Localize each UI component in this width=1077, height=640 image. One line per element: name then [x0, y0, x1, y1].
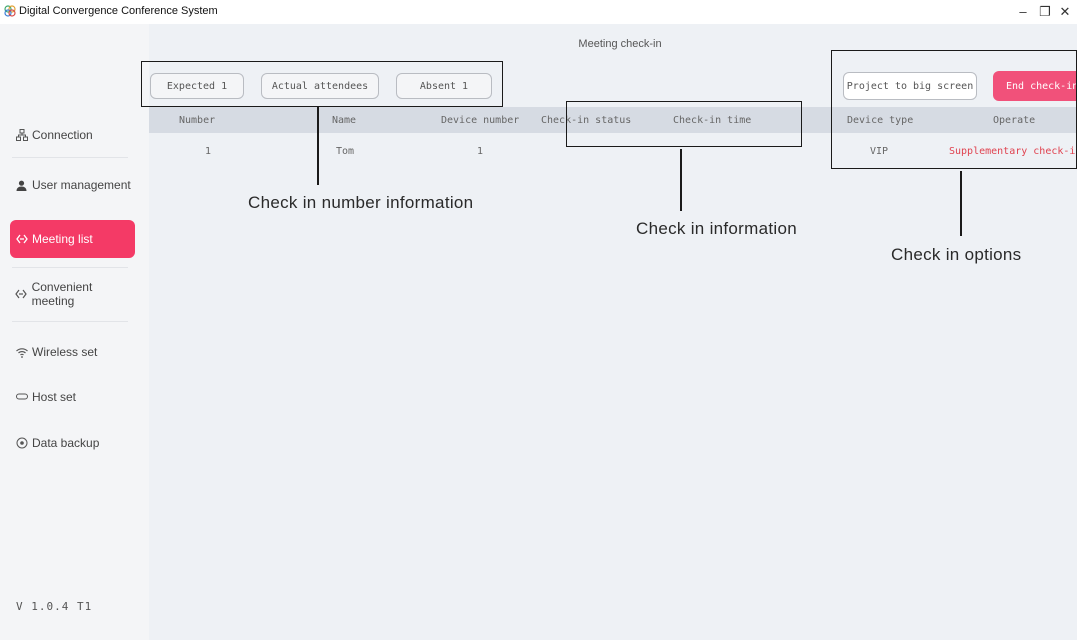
meeting-icon: [15, 288, 28, 301]
sidebar-item-label: Wireless set: [32, 345, 98, 359]
annotation-number-info: Check in number information: [248, 193, 474, 212]
sidebar-item-label: Host set: [32, 390, 77, 404]
close-button[interactable]: ✕: [1054, 3, 1076, 21]
sidebar-item-convenient-meeting[interactable]: Convenient meeting: [10, 275, 135, 313]
backup-icon: [15, 437, 28, 450]
minimize-button[interactable]: –: [1012, 3, 1034, 21]
column-header-device-number: Device number: [441, 115, 520, 126]
annotation-box-options: [831, 50, 1077, 169]
sidebar-item-meeting-list[interactable]: Meeting list: [10, 220, 135, 258]
sidebar-item-label: Convenient meeting: [31, 280, 93, 308]
divider: [12, 321, 128, 322]
version-label: V 1.0.4 T1: [16, 600, 93, 613]
sidebar-item-connection[interactable]: Connection: [10, 116, 135, 154]
divider: [12, 267, 128, 268]
title-bar: Digital Convergence Conference System – …: [0, 0, 1077, 24]
column-header-number: Number: [179, 115, 216, 126]
divider: [12, 157, 128, 158]
page-title: Meeting check-in: [578, 38, 662, 50]
cell-name: Tom: [336, 146, 355, 157]
sidebar-item-label: Connection: [32, 128, 93, 142]
sidebar-item-data-backup[interactable]: Data backup: [10, 424, 135, 462]
restore-button[interactable]: ❐: [1034, 3, 1056, 21]
annotation-check-in-info: Check in information: [636, 219, 797, 238]
sidebar-item-label: User management: [32, 178, 131, 192]
cell-device-number: 1: [477, 146, 484, 157]
sidebar-item-host-set[interactable]: Host set: [10, 378, 135, 416]
sidebar-item-user-management[interactable]: User management: [10, 166, 135, 204]
sidebar-item-label: Meeting list: [32, 232, 93, 246]
annotation-box-number-info: [141, 61, 503, 107]
host-icon: [15, 391, 28, 404]
connection-icon: [15, 129, 28, 142]
annotation-line: [960, 171, 962, 236]
annotation-line: [317, 107, 319, 185]
wifi-icon: [15, 346, 28, 359]
annotation-options: Check in options: [891, 245, 1022, 264]
sidebar-item-label: Data backup: [32, 436, 100, 450]
meeting-icon: [15, 233, 28, 246]
sidebar-item-wireless-set[interactable]: Wireless set: [10, 333, 135, 371]
column-header-name: Name: [332, 115, 357, 126]
window-title: Digital Convergence Conference System: [19, 5, 218, 17]
app-logo-icon: [4, 5, 16, 17]
cell-number: 1: [205, 146, 212, 157]
annotation-box-check-in-info: [566, 101, 802, 147]
user-icon: [15, 179, 28, 192]
annotation-line: [680, 149, 682, 211]
